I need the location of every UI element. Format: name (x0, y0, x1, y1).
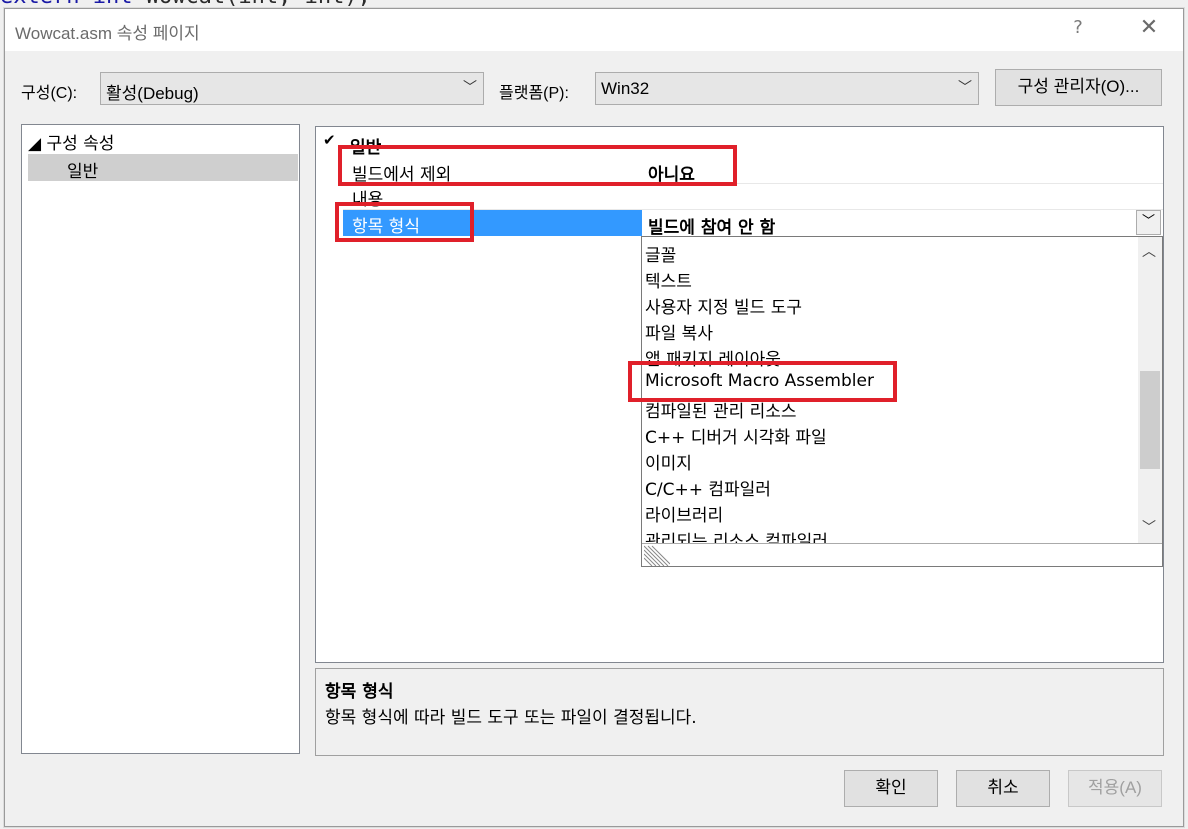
dropdown-option[interactable]: 이미지 (645, 449, 692, 474)
resize-grip[interactable] (642, 543, 1162, 566)
help-button[interactable]: ? (1067, 17, 1089, 43)
item-type-dropdown-button[interactable]: ﹀ (1136, 210, 1161, 235)
property-value: 빌드에 참여 안 함 (648, 218, 776, 238)
dropdown-option[interactable]: 관리되는 리소스 컴파일러 (645, 527, 828, 543)
platform-select[interactable]: Win32 ﹀ (595, 72, 979, 105)
description-title: 항목 형식 (325, 682, 394, 702)
title-bar: Wowcat.asm 속성 페이지 ? ✕ (5, 9, 1183, 51)
chevron-down-icon: ﹀ (463, 79, 477, 95)
config-select[interactable]: 활성(Debug) ﹀ (100, 72, 484, 105)
apply-button[interactable]: 적용(A) (1068, 770, 1162, 807)
tree-item-general[interactable]: 일반 (28, 154, 298, 182)
property-tree: ◢ 구성 속성 일반 (21, 124, 300, 754)
cancel-button[interactable]: 취소 (956, 770, 1050, 807)
config-label: 구성(C): (21, 85, 78, 102)
chevron-down-icon: ﹀ (958, 79, 972, 95)
chevron-down-icon[interactable]: ﹀ (1142, 517, 1156, 537)
annotation-box-item-type (335, 202, 474, 242)
dropdown-option[interactable]: 파일 복사 (645, 319, 713, 344)
ok-button[interactable]: 확인 (844, 770, 938, 807)
platform-select-value: Win32 (601, 79, 650, 98)
config-select-value: 활성(Debug) (106, 84, 199, 103)
scrollbar-thumb[interactable] (1140, 371, 1160, 469)
dropdown-option[interactable]: 사용자 지정 빌드 도구 (645, 293, 802, 318)
window-title: Wowcat.asm 속성 페이지 (15, 24, 200, 43)
chevron-down-icon: ﹀ (1141, 214, 1155, 229)
chevron-up-icon[interactable]: ︿ (1142, 241, 1156, 261)
tree-item-label: 일반 (67, 162, 99, 182)
tree-item-config-properties[interactable]: ◢ 구성 속성 (28, 129, 114, 154)
annotation-box-exclude (338, 145, 737, 186)
config-manager-button[interactable]: 구성 관리자(O)... (995, 69, 1162, 106)
dropdown-option[interactable]: 글꼴 (645, 241, 676, 266)
platform-label: 플랫폼(P): (499, 85, 569, 102)
chevron-down-icon: ✔ (323, 131, 336, 149)
annotation-box-masm (628, 361, 897, 402)
description-panel: 항목 형식 항목 형식에 따라 빌드 도구 또는 파일이 결정됩니다. (315, 668, 1164, 756)
background-code-fragment: extern int Wowcat(int, int); (0, 0, 500, 8)
dropdown-option[interactable]: 텍스트 (645, 267, 692, 292)
property-pages-dialog: Wowcat.asm 속성 페이지 ? ✕ 구성(C): 활성(Debug) ﹀… (4, 8, 1184, 827)
dropdown-scrollbar[interactable]: ︿ ﹀ (1138, 237, 1162, 543)
dropdown-option[interactable]: C/C++ 컴파일러 (645, 475, 771, 500)
close-icon[interactable]: ✕ (1131, 15, 1167, 45)
dropdown-option[interactable]: 라이브러리 (645, 501, 723, 526)
dropdown-option[interactable]: C++ 디버거 시각화 파일 (645, 423, 827, 448)
resize-grip-icon (644, 545, 670, 566)
description-text: 항목 형식에 따라 빌드 도구 또는 파일이 결정됩니다. (325, 708, 697, 728)
